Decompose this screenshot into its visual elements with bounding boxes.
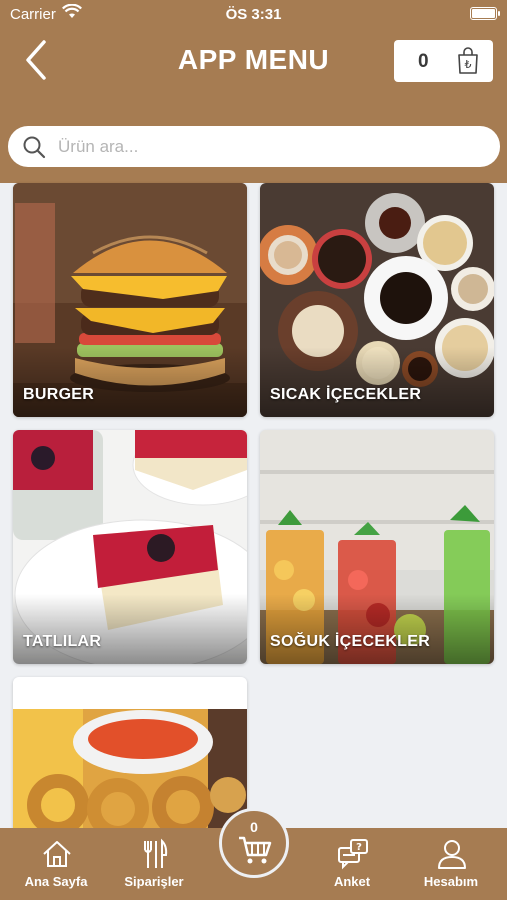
- tab-account-label: Hesabım: [423, 874, 479, 889]
- app-header: Carrier ÖS 3:31 APP MENU 0 ₺: [0, 0, 507, 183]
- cutlery-icon: [144, 838, 168, 868]
- category-label: SICAK İÇECEKLER: [270, 386, 422, 403]
- chevron-left-icon: [26, 40, 46, 80]
- tab-orders[interactable]: Siparişler: [109, 828, 199, 900]
- tab-home-label: Ana Sayfa: [24, 874, 88, 889]
- header-cart-button[interactable]: 0 ₺: [394, 40, 493, 82]
- survey-chat-icon: ?: [338, 839, 368, 870]
- status-bar: Carrier ÖS 3:31: [0, 0, 507, 28]
- shopping-cart-icon: [239, 836, 272, 864]
- category-label: TATLILAR: [23, 633, 102, 650]
- cart-fab-button[interactable]: 0: [219, 808, 289, 878]
- search-bar[interactable]: [8, 126, 500, 167]
- header-cart-count: 0: [418, 51, 429, 72]
- category-label: SOĞUK İÇECEKLER: [270, 633, 431, 650]
- category-card-desserts[interactable]: TATLILAR: [13, 430, 247, 664]
- svg-text:₺: ₺: [465, 58, 472, 71]
- category-card-hot-drinks[interactable]: SICAK İÇECEKLER: [260, 183, 494, 417]
- search-icon: [22, 135, 46, 164]
- category-card-burger[interactable]: BURGER: [13, 183, 247, 417]
- shopping-bag-icon: ₺: [456, 47, 480, 80]
- category-card-cold-drinks[interactable]: SOĞUK İÇECEKLER: [260, 430, 494, 664]
- back-button[interactable]: [22, 38, 62, 82]
- tab-orders-label: Siparişler: [124, 874, 184, 889]
- tab-home[interactable]: Ana Sayfa: [11, 828, 101, 900]
- tab-account[interactable]: Hesabım: [406, 828, 496, 900]
- user-icon: [438, 840, 466, 869]
- home-icon: [43, 841, 71, 867]
- category-label: BURGER: [23, 386, 95, 403]
- cart-fab-count: 0: [250, 819, 258, 835]
- tab-survey-label: Anket: [333, 874, 371, 889]
- svg-text:?: ?: [356, 842, 362, 853]
- status-time: ÖS 3:31: [225, 6, 282, 23]
- search-input[interactable]: [58, 126, 488, 167]
- battery-icon: [470, 7, 500, 20]
- tab-survey[interactable]: ? Anket: [307, 828, 397, 900]
